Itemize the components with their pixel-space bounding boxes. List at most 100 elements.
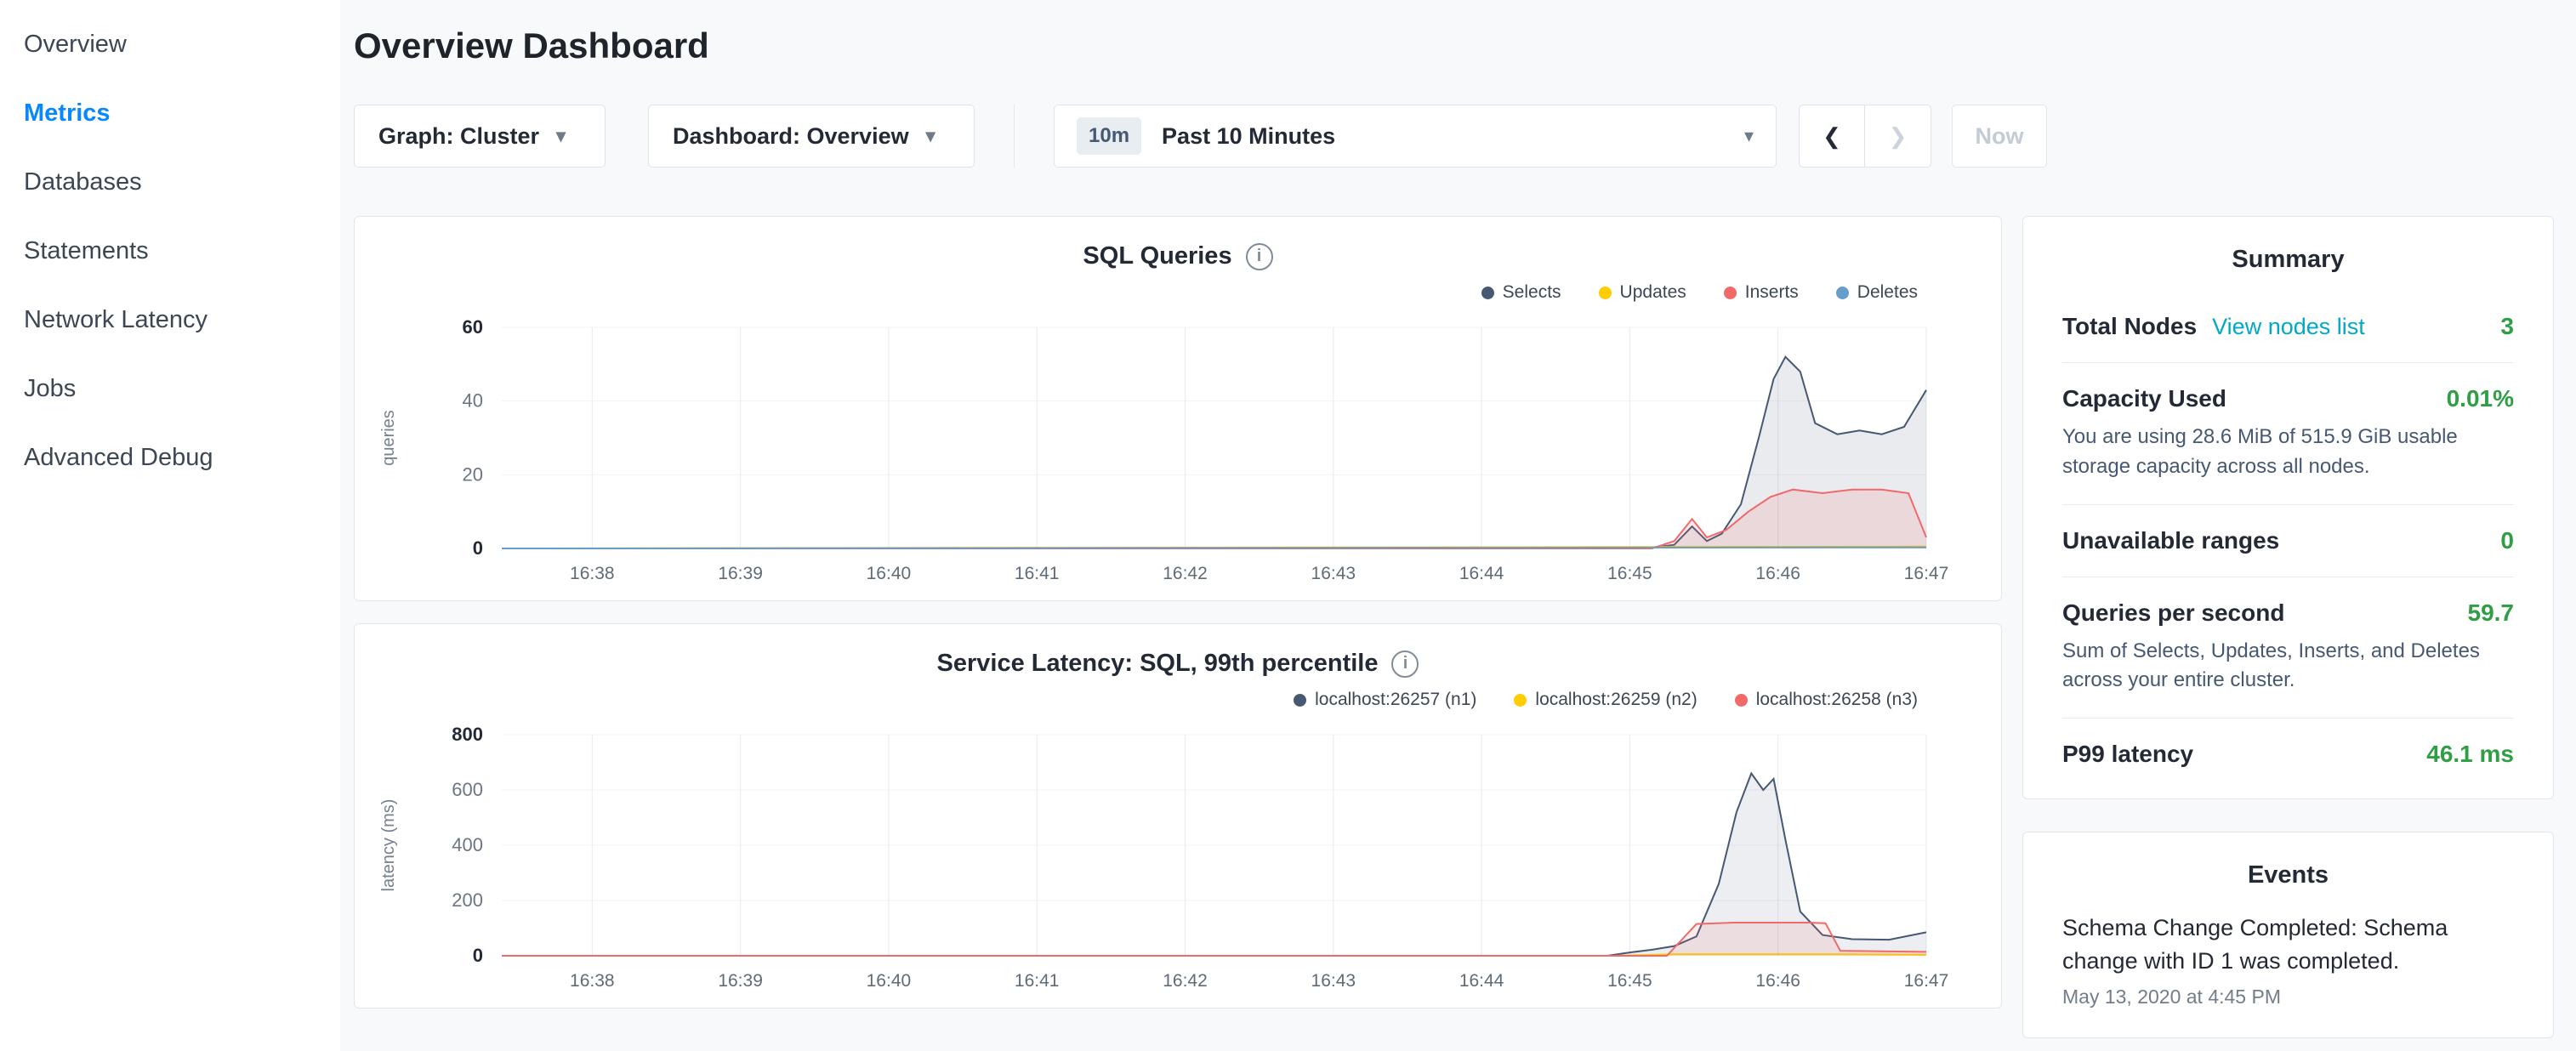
svg-text:16:47: 16:47 [1904, 564, 1949, 583]
events-list: Schema Change Completed: Schema change w… [2062, 912, 2514, 1008]
chart-title: Service Latency: SQL, 99th percentile [937, 650, 1379, 678]
svg-text:queries: queries [379, 410, 398, 466]
controls-divider [1014, 105, 1015, 168]
svg-text:600: 600 [452, 779, 483, 800]
summary-row: Capacity Used0.01%You are using 28.6 MiB… [2062, 362, 2514, 504]
legend-dot-icon [1735, 694, 1748, 707]
svg-text:16:44: 16:44 [1459, 564, 1504, 583]
svg-text:16:43: 16:43 [1311, 564, 1356, 583]
dashboard-dropdown[interactable]: Dashboard: Overview ▾ [648, 105, 975, 168]
legend-item: localhost:26259 (n2) [1514, 690, 1697, 710]
svg-text:16:45: 16:45 [1607, 971, 1652, 991]
summary-title: Summary [2062, 246, 2514, 274]
legend-dot-icon [1481, 287, 1494, 299]
svg-text:40: 40 [463, 390, 483, 412]
graph-dropdown-label: Graph: Cluster [378, 123, 539, 150]
view-nodes-link[interactable]: View nodes list [2212, 314, 2365, 340]
legend-label: Updates [1620, 282, 1686, 303]
legend-dot-icon [1836, 287, 1849, 299]
controls-bar: Graph: Cluster ▾ Dashboard: Overview ▾ 1… [354, 104, 2554, 168]
legend-item: localhost:26258 (n3) [1735, 690, 1918, 710]
summary-row-value: 59.7 [2468, 599, 2515, 627]
summary-row-label: Total Nodes [2062, 313, 2197, 340]
svg-text:latency (ms): latency (ms) [379, 799, 398, 892]
legend-label: localhost:26257 (n1) [1315, 690, 1476, 710]
legend-label: Deletes [1857, 282, 1918, 303]
svg-text:0: 0 [473, 537, 483, 559]
svg-text:16:42: 16:42 [1163, 971, 1208, 991]
app: OverviewMetricsDatabasesStatementsNetwor… [0, 0, 2576, 1051]
now-button[interactable]: Now [1952, 105, 2047, 168]
summary-row-value: 46.1 ms [2426, 741, 2514, 768]
sidebar-item-databases[interactable]: Databases [0, 148, 340, 217]
time-range-selector[interactable]: 10m Past 10 Minutes ▾ [1054, 105, 1777, 168]
summary-row: P99 latency 46.1 ms [2062, 718, 2514, 790]
event-text: Schema Change Completed: Schema change w… [2062, 912, 2514, 977]
service-latency-panel: Service Latency: SQL, 99th percentile i … [354, 623, 2002, 1008]
chart-legend: SelectsUpdatesInsertsDeletes [378, 282, 1918, 303]
svg-text:200: 200 [452, 889, 483, 911]
charts-column: SQL Queries i SelectsUpdatesInsertsDelet… [354, 216, 2002, 1008]
chart-legend: localhost:26257 (n1) localhost:26259 (n2)… [378, 690, 1918, 710]
svg-text:16:41: 16:41 [1015, 971, 1060, 991]
svg-text:800: 800 [452, 724, 483, 745]
svg-text:20: 20 [463, 463, 483, 485]
service-latency-chart: 16:3816:3916:4016:4116:4216:4316:4416:45… [378, 713, 1977, 996]
svg-text:16:40: 16:40 [867, 564, 912, 583]
summary-row-value: 0.01% [2447, 385, 2514, 412]
legend-dot-icon [1599, 287, 1612, 299]
graph-dropdown[interactable]: Graph: Cluster ▾ [354, 105, 606, 168]
legend-dot-icon [1294, 694, 1306, 707]
time-back-button[interactable]: ❮ [1799, 105, 1865, 168]
sidebar-item-jobs[interactable]: Jobs [0, 355, 340, 423]
summary-row: Queries per second 59.7 Sum of Selects, Up… [2062, 577, 2514, 719]
sidebar-item-statements[interactable]: Statements [0, 217, 340, 286]
summary-row-value: 0 [2500, 527, 2514, 554]
legend-label: localhost:26258 (n3) [1756, 690, 1918, 710]
legend-item: Deletes [1836, 282, 1918, 303]
chevron-down-icon: ▾ [926, 125, 935, 147]
svg-text:16:43: 16:43 [1311, 971, 1356, 991]
svg-text:16:38: 16:38 [570, 564, 615, 583]
sidebar-item-overview[interactable]: Overview [0, 10, 340, 79]
svg-text:16:47: 16:47 [1904, 971, 1949, 991]
svg-text:16:39: 16:39 [718, 971, 763, 991]
sql-queries-panel: SQL Queries i SelectsUpdatesInsertsDelet… [354, 216, 2002, 601]
event-time: May 13, 2020 at 4:45 PM [2062, 986, 2514, 1008]
sidebar-nav: OverviewMetricsDatabasesStatementsNetwor… [0, 0, 340, 1051]
svg-text:0: 0 [473, 945, 483, 966]
main-content: Overview Dashboard Graph: Cluster ▾ Dash… [340, 0, 2576, 1051]
svg-text:16:40: 16:40 [867, 971, 912, 991]
summary-row-label: Capacity Used [2062, 385, 2226, 412]
sidebar-item-advanced-debug[interactable]: Advanced Debug [0, 423, 340, 492]
summary-row-label: Unavailable ranges [2062, 527, 2279, 554]
chevron-down-icon: ▾ [556, 125, 566, 147]
svg-text:16:41: 16:41 [1015, 564, 1060, 583]
content-row: SQL Queries i SelectsUpdatesInsertsDelet… [354, 216, 2554, 1038]
info-icon[interactable]: i [1246, 243, 1273, 270]
svg-text:60: 60 [463, 316, 483, 338]
sidebar-item-metrics[interactable]: Metrics [0, 79, 340, 148]
legend-label: localhost:26259 (n2) [1535, 690, 1697, 710]
time-forward-button[interactable]: ❯ [1865, 105, 1931, 168]
summary-row-description: Sum of Selects, Updates, Inserts, and De… [2062, 637, 2514, 696]
summary-rows: Total Nodes View nodes list 3 Capacity Used… [2062, 291, 2514, 790]
chart-title: SQL Queries [1083, 242, 1231, 270]
legend-item: Updates [1599, 282, 1686, 303]
svg-text:16:46: 16:46 [1755, 564, 1800, 583]
right-column: Summary Total Nodes View nodes list 3 Capac… [2022, 216, 2554, 1038]
svg-text:16:39: 16:39 [718, 564, 763, 583]
summary-row-label: Queries per second [2062, 599, 2284, 627]
chevron-down-icon: ▾ [1744, 125, 1754, 147]
time-pager: ❮ ❯ [1799, 105, 1931, 168]
svg-text:16:42: 16:42 [1163, 564, 1208, 583]
legend-label: Inserts [1745, 282, 1799, 303]
time-range-badge: 10m [1077, 117, 1141, 155]
summary-row-label: P99 latency [2062, 741, 2193, 768]
summary-row-value: 3 [2500, 313, 2514, 340]
sidebar-item-network-latency[interactable]: Network Latency [0, 286, 340, 355]
info-icon[interactable]: i [1391, 650, 1419, 678]
legend-item: Inserts [1724, 282, 1799, 303]
svg-text:400: 400 [452, 834, 483, 855]
time-range-label: Past 10 Minutes [1162, 123, 1744, 150]
